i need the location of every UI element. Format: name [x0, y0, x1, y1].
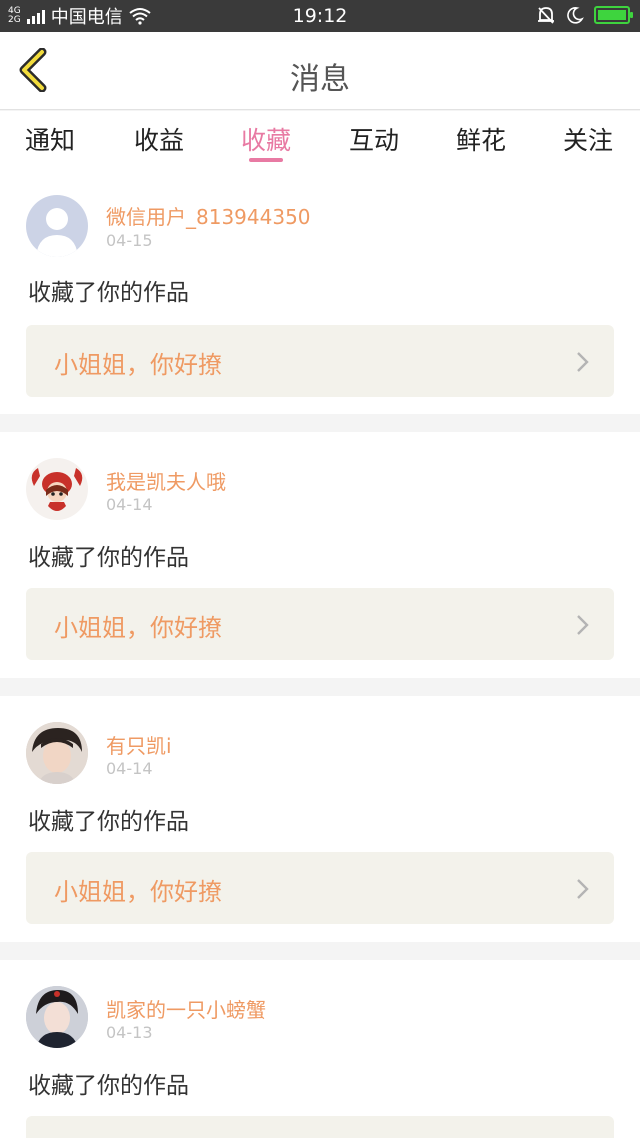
- username[interactable]: 我是凯夫人哦: [106, 466, 226, 495]
- work-link[interactable]: [26, 1116, 614, 1138]
- username[interactable]: 有只凯i: [106, 730, 172, 759]
- default-user-avatar-icon: [36, 208, 78, 257]
- bell-muted-icon: [538, 7, 554, 24]
- action-text: 收藏了你的作品: [28, 1073, 189, 1099]
- cartoon-crab-avatar-icon: [31, 468, 83, 511]
- tab-following[interactable]: 关注: [543, 121, 633, 157]
- chevron-right-icon: [577, 615, 589, 635]
- portrait-avatar-icon: [26, 722, 88, 784]
- message-date: 04-14: [106, 759, 153, 778]
- page-title: 消息: [290, 62, 350, 97]
- moon-icon: [567, 7, 584, 24]
- work-link[interactable]: 小姐姐，你好撩: [26, 588, 614, 660]
- work-title: 小姐姐，你好撩: [54, 614, 222, 642]
- message-card: 有只凯i 04-14 收藏了你的作品 小姐姐，你好撩: [0, 696, 640, 942]
- username[interactable]: 微信用户_813944350: [106, 201, 311, 230]
- work-title: 小姐姐，你好撩: [54, 351, 222, 379]
- username[interactable]: 凯家的一只小螃蟹: [106, 994, 266, 1023]
- active-tab-indicator: [249, 158, 283, 162]
- tab-earnings[interactable]: 收益: [114, 121, 204, 157]
- work-title: 小姐姐，你好撩: [54, 878, 222, 906]
- avatar[interactable]: [26, 195, 88, 257]
- tab-bar: 通知 收益 收藏 互动 鲜花 关注: [0, 111, 640, 177]
- portrait-avatar-icon: [26, 986, 88, 1048]
- message-date: 04-14: [106, 495, 153, 514]
- action-text: 收藏了你的作品: [28, 545, 189, 571]
- battery-icon: [594, 6, 633, 24]
- action-text: 收藏了你的作品: [28, 280, 189, 306]
- tab-flowers[interactable]: 鲜花: [436, 121, 526, 157]
- tab-favorites[interactable]: 收藏: [221, 121, 311, 157]
- work-link[interactable]: 小姐姐，你好撩: [26, 325, 614, 397]
- status-bar: 4G 2G 中国电信 19:12: [0, 0, 640, 32]
- nav-bar: 消息: [0, 32, 640, 110]
- chevron-right-icon: [577, 879, 589, 899]
- message-card: 微信用户_813944350 04-15 收藏了你的作品 小姐姐，你好撩: [0, 177, 640, 414]
- work-link[interactable]: 小姐姐，你好撩: [26, 852, 614, 924]
- avatar[interactable]: [26, 458, 88, 520]
- chevron-right-icon: [577, 352, 589, 372]
- message-date: 04-15: [106, 231, 153, 250]
- tab-interactions[interactable]: 互动: [329, 121, 419, 157]
- avatar[interactable]: [26, 722, 88, 784]
- message-date: 04-13: [106, 1023, 153, 1042]
- message-card: 凯家的一只小螃蟹 04-13 收藏了你的作品: [0, 960, 640, 1138]
- avatar[interactable]: [26, 986, 88, 1048]
- action-text: 收藏了你的作品: [28, 809, 189, 835]
- tab-notifications[interactable]: 通知: [5, 121, 95, 157]
- message-card: 我是凯夫人哦 04-14 收藏了你的作品 小姐姐，你好撩: [0, 432, 640, 678]
